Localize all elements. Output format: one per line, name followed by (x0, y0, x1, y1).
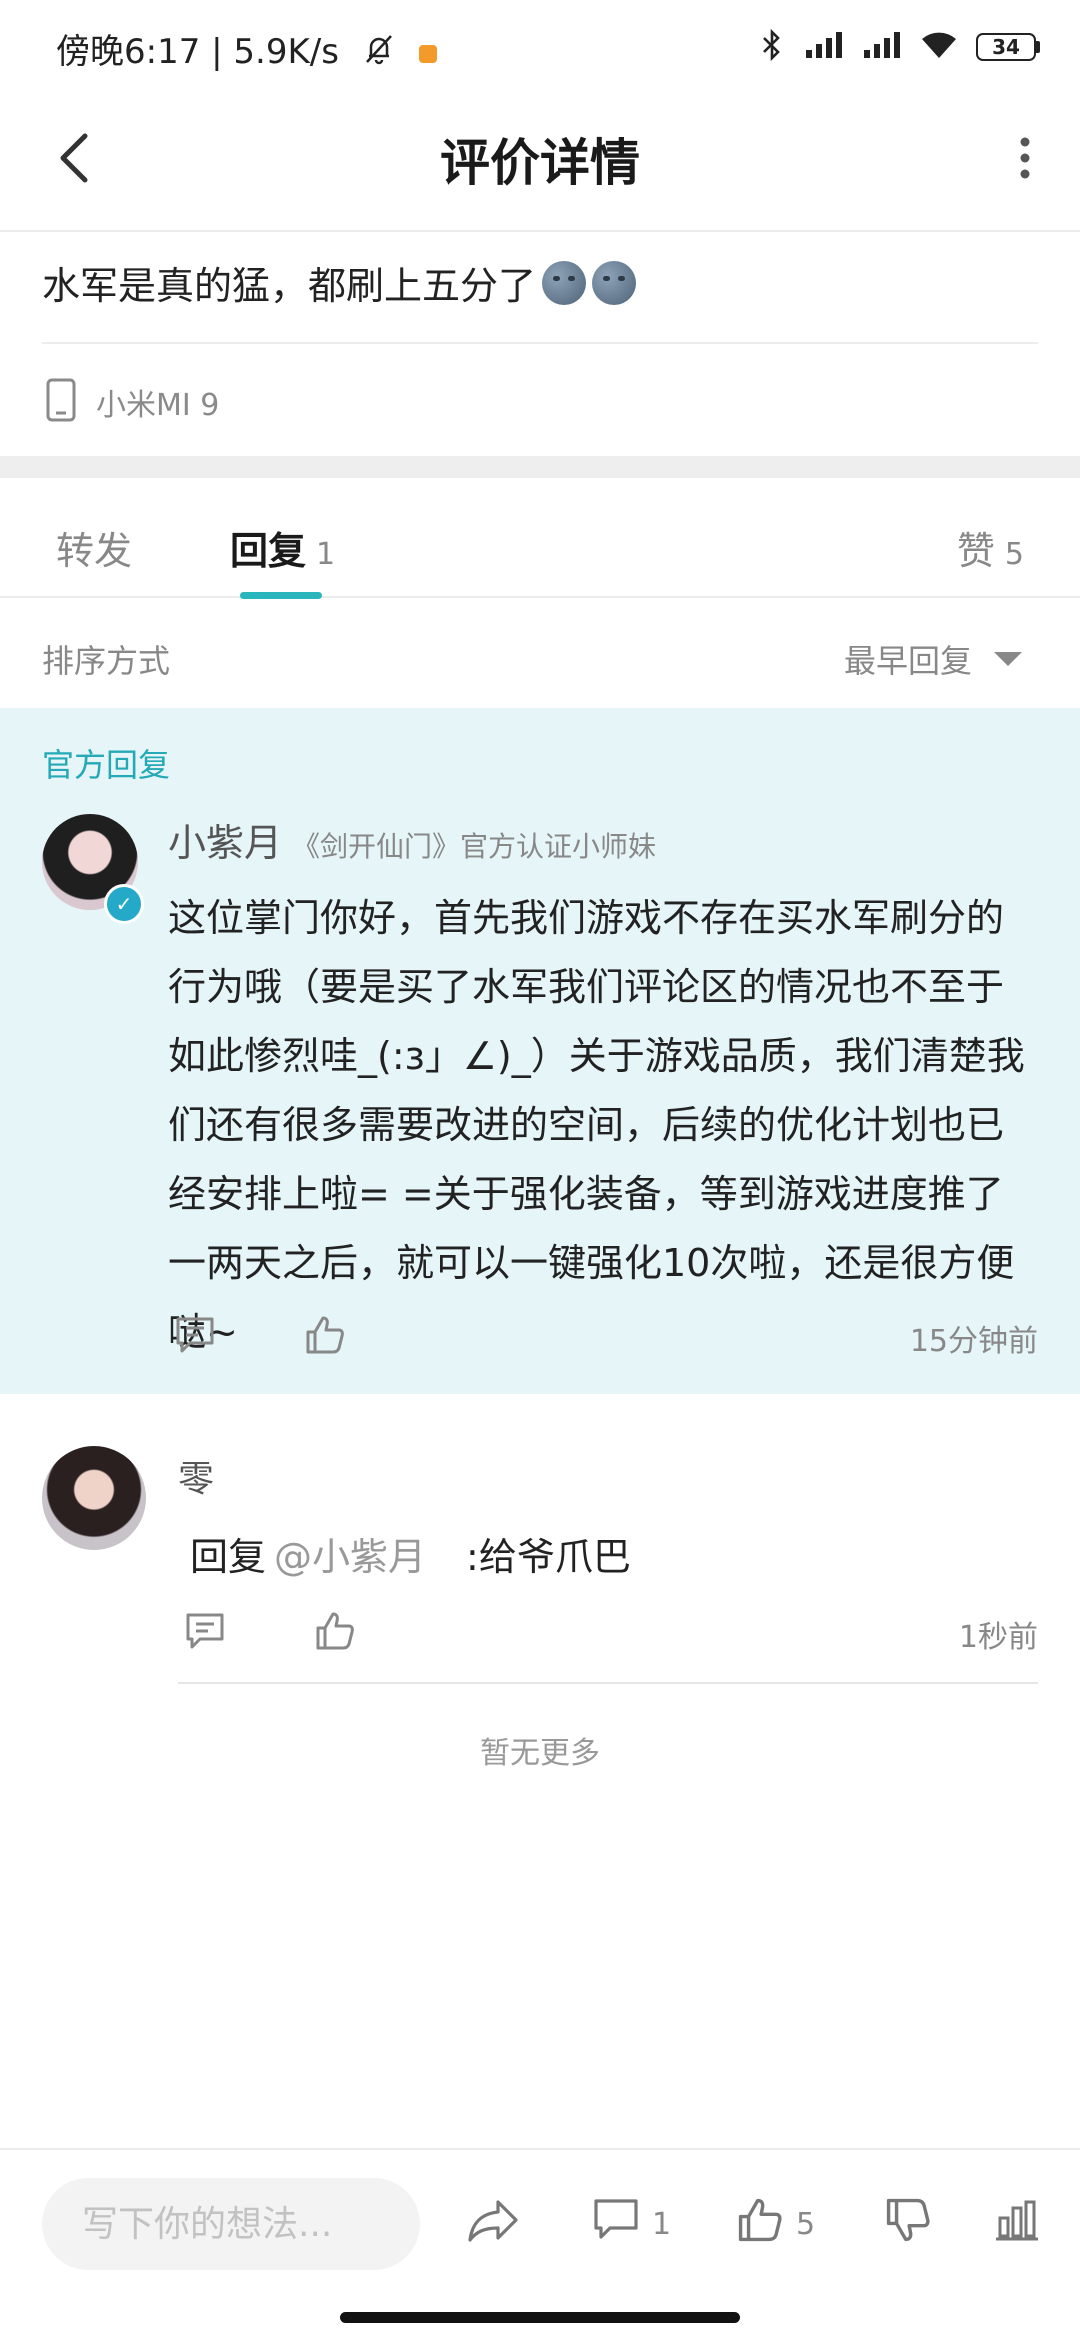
device-row: 小米MI 9 (46, 378, 219, 426)
stats-button[interactable] (994, 2196, 1040, 2252)
caret-down-icon (994, 652, 1022, 666)
battery-level: 34 (992, 35, 1020, 59)
share-icon (466, 2196, 520, 2252)
thumbs-down-icon (884, 2196, 932, 2252)
mention-link[interactable]: @小紫月 (274, 1535, 426, 1579)
reply-icon[interactable] (178, 1604, 232, 1658)
official-reply-block: 官方回复 ✓ 小紫月 《剑开仙门》官方认证小师妹 这位掌门你好，首先我们游戏不存… (0, 708, 1080, 1394)
bluetooth-icon (758, 28, 786, 66)
user-reply-text: :给爷爪巴 (466, 1535, 631, 1579)
battery-icon: 34 (976, 33, 1040, 61)
tab-forward-label: 转发 (56, 529, 133, 573)
thumbs-up-icon (736, 2196, 784, 2252)
comment-count: 1 (652, 2206, 672, 2242)
more-vertical-icon (1019, 136, 1031, 184)
home-indicator[interactable] (340, 2312, 740, 2323)
signal-icon-1 (804, 30, 844, 64)
user-reply-time: 1秒前 (958, 1620, 1038, 1655)
dislike-button[interactable] (884, 2196, 932, 2252)
more-button[interactable] (990, 115, 1060, 205)
official-user-row: 小紫月 《剑开仙门》官方认证小师妹 (168, 812, 656, 867)
tab-replies-label: 回复 (230, 529, 307, 573)
review-text: 水军是真的猛，都刷上五分了 (42, 255, 637, 310)
share-button[interactable] (466, 2196, 520, 2252)
section-divider (0, 456, 1080, 478)
like-button[interactable]: 5 (736, 2196, 815, 2252)
moon-face-emoji-icon (592, 260, 637, 305)
comment-button[interactable]: 1 (592, 2196, 671, 2252)
header: 评价详情 (0, 95, 1080, 232)
page-title: 评价详情 (440, 134, 640, 192)
review-text-content: 水军是真的猛，都刷上五分了 (42, 264, 537, 308)
phone-icon (46, 378, 76, 426)
status-time: 傍晚6:17 | 5.9K/s (56, 24, 437, 75)
bottom-bar-divider (0, 2148, 1080, 2150)
tab-replies-count: 1 (316, 537, 336, 572)
status-bar: 傍晚6:17 | 5.9K/s 34 (0, 0, 1080, 95)
verified-badge-icon: ✓ (104, 884, 144, 924)
like-count: 5 (796, 2206, 816, 2242)
status-icons: 34 (758, 28, 1040, 66)
official-reply-time: 15分钟前 (909, 1324, 1038, 1359)
official-reply-actions: 15分钟前 (168, 1308, 1038, 1362)
official-reply-label: 官方回复 (42, 746, 171, 784)
thumbs-up-icon[interactable] (308, 1604, 362, 1658)
active-tab-indicator (240, 592, 322, 599)
reply-icon[interactable] (168, 1308, 222, 1362)
sort-dropdown[interactable]: 最早回复 (844, 636, 1022, 682)
divider (42, 342, 1038, 344)
signal-icon-2 (862, 30, 902, 64)
thumbs-up-icon[interactable] (298, 1308, 352, 1362)
tab-likes[interactable]: 赞5 (957, 520, 1024, 575)
status-time-text: 傍晚6:17 | 5.9K/s (56, 32, 339, 72)
bell-muted-icon (362, 32, 396, 75)
device-label: 小米MI 9 (96, 388, 220, 423)
sort-selected-value: 最早回复 (843, 642, 972, 680)
user-reply-actions: 1秒前 (178, 1604, 1038, 1658)
divider (178, 1682, 1038, 1684)
bar-chart-icon (994, 2198, 1040, 2250)
official-username[interactable]: 小紫月 (168, 812, 282, 867)
tab-likes-count: 5 (1004, 537, 1024, 572)
notification-icon (418, 44, 437, 63)
avatar[interactable] (42, 1446, 146, 1550)
moon-face-emoji-icon (542, 260, 587, 305)
reply-prefix: 回复 (190, 1535, 267, 1579)
sort-label: 排序方式 (42, 642, 171, 680)
official-user-tag: 《剑开仙门》官方认证小师妹 (292, 830, 657, 863)
reply-username[interactable]: 零 (178, 1450, 214, 1502)
tab-replies[interactable]: 回复 1 (230, 520, 335, 575)
user-reply-content: 回复 @小紫月 :给爷爪巴 (190, 1526, 631, 1581)
wifi-icon (920, 30, 958, 64)
official-reply-content: 这位掌门你好，首先我们游戏不存在买水军刷分的行为哦（要是买了水军我们评论区的情况… (168, 896, 1025, 1354)
no-more-label: 暂无更多 (480, 1736, 600, 1771)
tab-likes-label: 赞 (956, 529, 995, 573)
comment-input[interactable] (42, 2178, 420, 2270)
comment-icon (592, 2196, 640, 2252)
tabs-divider (0, 596, 1080, 598)
tab-forward[interactable]: 转发 (56, 520, 132, 575)
